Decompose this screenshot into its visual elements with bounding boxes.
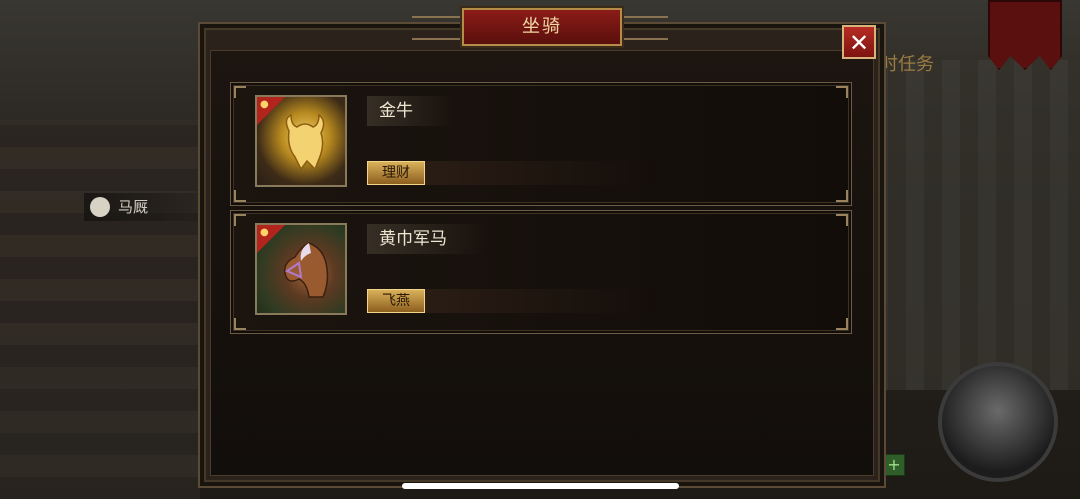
skill-bar: [425, 161, 655, 185]
title-ornament-right: [618, 16, 668, 40]
mount-name: 金牛: [367, 96, 453, 126]
gold-ox-icon[interactable]: ●: [255, 95, 347, 187]
skill-bar: [425, 289, 655, 313]
stable-location-label[interactable]: 马厩: [84, 193, 204, 221]
close-button[interactable]: ✕: [842, 25, 876, 59]
corner-ornament: [836, 86, 848, 98]
person-icon: ●: [260, 99, 269, 110]
corner-ornament: [234, 318, 246, 330]
stable-label-text: 马厩: [118, 198, 149, 216]
title-ornament-left: [412, 16, 462, 40]
person-icon: ●: [260, 227, 269, 238]
mount-skill-button[interactable]: 飞燕: [367, 289, 425, 313]
corner-ornament: [234, 214, 246, 226]
timed-task-label[interactable]: 时任务: [880, 50, 934, 76]
corner-ornament: [836, 214, 848, 226]
mount-skill-button[interactable]: 理财: [367, 161, 425, 185]
horse-head-icon: [90, 197, 110, 217]
mount-row[interactable]: ● 黄巾军马 飞燕: [230, 210, 852, 334]
background-building-right: [870, 60, 1080, 390]
gold-ox-figure: [285, 113, 325, 171]
corner-ornament: [234, 190, 246, 202]
corner-ornament: [836, 190, 848, 202]
background-building-left: [0, 120, 200, 499]
corner-ornament: [836, 318, 848, 330]
corner-ornament: [234, 86, 246, 98]
panel-title: 坐骑: [462, 8, 622, 46]
mount-name: 黄巾军马: [367, 224, 487, 254]
war-horse-icon[interactable]: ●: [255, 223, 347, 315]
faction-banner-icon[interactable]: [988, 0, 1062, 70]
mount-row[interactable]: ● 金牛 理财: [230, 82, 852, 206]
horse-figure: [283, 242, 329, 298]
add-button[interactable]: +: [883, 454, 905, 476]
home-indicator[interactable]: [402, 483, 679, 489]
player-portrait[interactable]: [938, 362, 1058, 482]
